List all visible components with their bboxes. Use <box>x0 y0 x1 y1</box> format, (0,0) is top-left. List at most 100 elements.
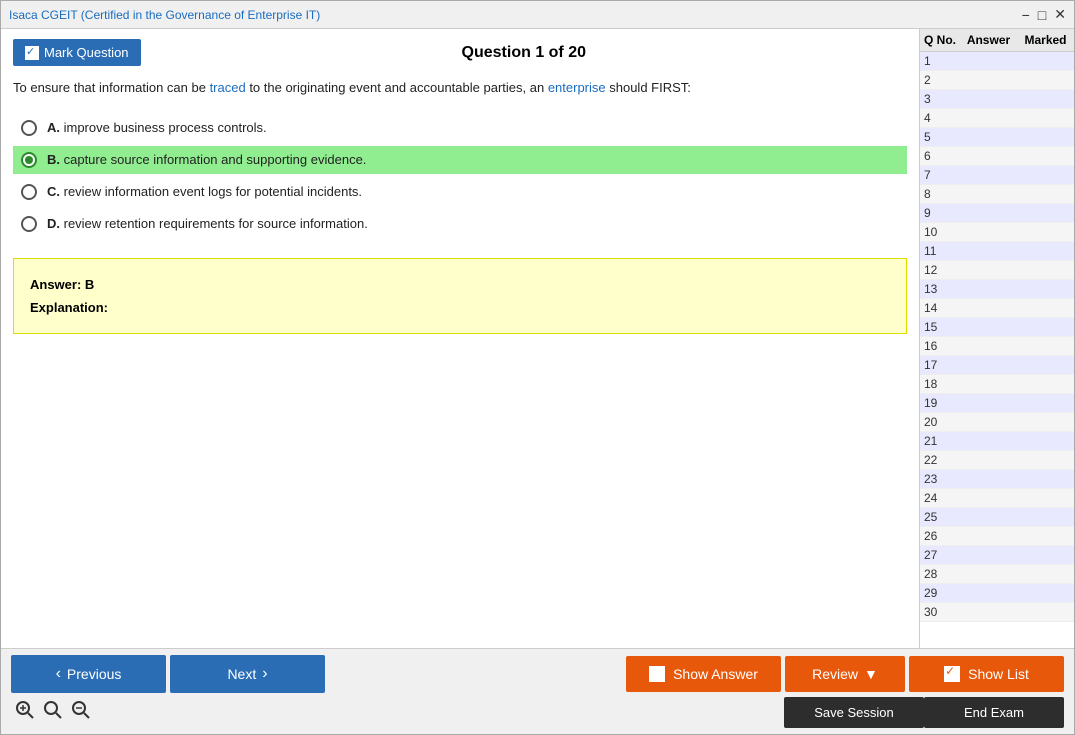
sidebar-row[interactable]: 6 <box>920 147 1074 166</box>
review-button[interactable]: Review ▼ <box>785 656 905 692</box>
sidebar-row[interactable]: 13 <box>920 280 1074 299</box>
sidebar-row[interactable]: 11 <box>920 242 1074 261</box>
sidebar-row[interactable]: 28 <box>920 565 1074 584</box>
restore-button[interactable]: □ <box>1038 7 1046 23</box>
sidebar-row[interactable]: 9 <box>920 204 1074 223</box>
sidebar-row[interactable]: 17 <box>920 356 1074 375</box>
sidebar-row-answer <box>960 548 1017 562</box>
sidebar-row[interactable]: 5 <box>920 128 1074 147</box>
sidebar-row[interactable]: 7 <box>920 166 1074 185</box>
answer-box: Answer: B Explanation: <box>13 258 907 335</box>
close-button[interactable]: ✕ <box>1054 6 1066 23</box>
sidebar-row[interactable]: 12 <box>920 261 1074 280</box>
sidebar-row[interactable]: 2 <box>920 71 1074 90</box>
sidebar-row-marked <box>1017 149 1074 163</box>
sidebar-row-marked <box>1017 187 1074 201</box>
sidebar-row[interactable]: 24 <box>920 489 1074 508</box>
sidebar-row-num: 3 <box>920 92 960 106</box>
sidebar-row-num: 26 <box>920 529 960 543</box>
sidebar-row-num: 8 <box>920 187 960 201</box>
sidebar-row-num: 19 <box>920 396 960 410</box>
sidebar-row[interactable]: 30 <box>920 603 1074 622</box>
sidebar-row-answer <box>960 377 1017 391</box>
sidebar-row-answer <box>960 510 1017 524</box>
sidebar-row-num: 10 <box>920 225 960 239</box>
sidebar-row-answer <box>960 206 1017 220</box>
sidebar: Q No. Answer Marked 1 2 3 4 5 6 7 <box>919 29 1074 648</box>
sidebar-row[interactable]: 3 <box>920 90 1074 109</box>
zoom-normal-button[interactable] <box>39 698 67 727</box>
previous-button[interactable]: ‹ Previous <box>11 655 166 693</box>
sidebar-row-answer <box>960 282 1017 296</box>
sidebar-row-marked <box>1017 320 1074 334</box>
sidebar-row[interactable]: 20 <box>920 413 1074 432</box>
sidebar-row[interactable]: 19 <box>920 394 1074 413</box>
sidebar-row[interactable]: 25 <box>920 508 1074 527</box>
show-list-button[interactable]: Show List <box>909 656 1064 692</box>
sidebar-row-marked <box>1017 472 1074 486</box>
header-row: Mark Question Question 1 of 20 <box>13 39 907 66</box>
option-a[interactable]: A. improve business process controls. <box>13 114 907 142</box>
explanation-text: Explanation: <box>30 296 890 319</box>
sidebar-row-marked <box>1017 415 1074 429</box>
option-c-label: C. review information event logs for pot… <box>47 184 362 199</box>
show-list-label: Show List <box>968 666 1029 682</box>
question-title: Question 1 of 20 <box>141 44 907 62</box>
show-answer-icon <box>649 666 665 682</box>
option-d-radio <box>21 216 37 232</box>
option-b[interactable]: B. capture source information and suppor… <box>13 146 907 174</box>
sidebar-row-answer <box>960 301 1017 315</box>
next-arrow-icon: › <box>262 665 267 683</box>
sidebar-row[interactable]: 16 <box>920 337 1074 356</box>
sidebar-row-marked <box>1017 605 1074 619</box>
show-answer-button[interactable]: Show Answer <box>626 656 781 692</box>
next-button[interactable]: Next › <box>170 655 325 693</box>
sidebar-row-num: 1 <box>920 54 960 68</box>
sidebar-row[interactable]: 23 <box>920 470 1074 489</box>
sidebar-row-answer <box>960 54 1017 68</box>
zoom-in-button[interactable] <box>11 698 39 727</box>
sidebar-row-marked <box>1017 529 1074 543</box>
sidebar-row-answer <box>960 529 1017 543</box>
sidebar-row-num: 12 <box>920 263 960 277</box>
sidebar-row[interactable]: 29 <box>920 584 1074 603</box>
sidebar-row[interactable]: 14 <box>920 299 1074 318</box>
option-d[interactable]: D. review retention requirements for sou… <box>13 210 907 238</box>
zoom-normal-icon <box>43 700 63 720</box>
sidebar-col-qno: Q No. <box>920 33 960 47</box>
sidebar-row[interactable]: 18 <box>920 375 1074 394</box>
question-text: To ensure that information can be traced… <box>13 78 907 98</box>
sidebar-row[interactable]: 8 <box>920 185 1074 204</box>
sidebar-row[interactable]: 27 <box>920 546 1074 565</box>
end-exam-button[interactable]: End Exam <box>924 697 1064 728</box>
sidebar-row-marked <box>1017 377 1074 391</box>
sidebar-row-marked <box>1017 73 1074 87</box>
sidebar-row[interactable]: 1 <box>920 52 1074 71</box>
sidebar-row-answer <box>960 396 1017 410</box>
sidebar-row-marked <box>1017 168 1074 182</box>
sidebar-row-answer <box>960 92 1017 106</box>
sidebar-row[interactable]: 10 <box>920 223 1074 242</box>
sidebar-row[interactable]: 22 <box>920 451 1074 470</box>
review-label: Review <box>812 666 858 682</box>
minimize-button[interactable]: − <box>1022 7 1030 23</box>
mark-question-button[interactable]: Mark Question <box>13 39 141 66</box>
zoom-out-button[interactable] <box>67 698 95 727</box>
sidebar-row-answer <box>960 472 1017 486</box>
review-arrow-icon: ▼ <box>864 666 878 682</box>
sidebar-row-num: 23 <box>920 472 960 486</box>
sidebar-row[interactable]: 4 <box>920 109 1074 128</box>
sidebar-row-marked <box>1017 263 1074 277</box>
answer-text: Answer: B <box>30 273 890 296</box>
option-c[interactable]: C. review information event logs for pot… <box>13 178 907 206</box>
sidebar-row-num: 13 <box>920 282 960 296</box>
sidebar-row-marked <box>1017 206 1074 220</box>
sidebar-row-marked <box>1017 301 1074 315</box>
sidebar-row[interactable]: 26 <box>920 527 1074 546</box>
sidebar-row-answer <box>960 130 1017 144</box>
window-title: Isaca CGEIT (Certified in the Governance… <box>9 8 320 22</box>
sidebar-scroll[interactable]: 1 2 3 4 5 6 7 8 9 10 11 <box>920 52 1074 648</box>
sidebar-row[interactable]: 21 <box>920 432 1074 451</box>
save-session-button[interactable]: Save Session <box>784 697 924 728</box>
sidebar-row[interactable]: 15 <box>920 318 1074 337</box>
